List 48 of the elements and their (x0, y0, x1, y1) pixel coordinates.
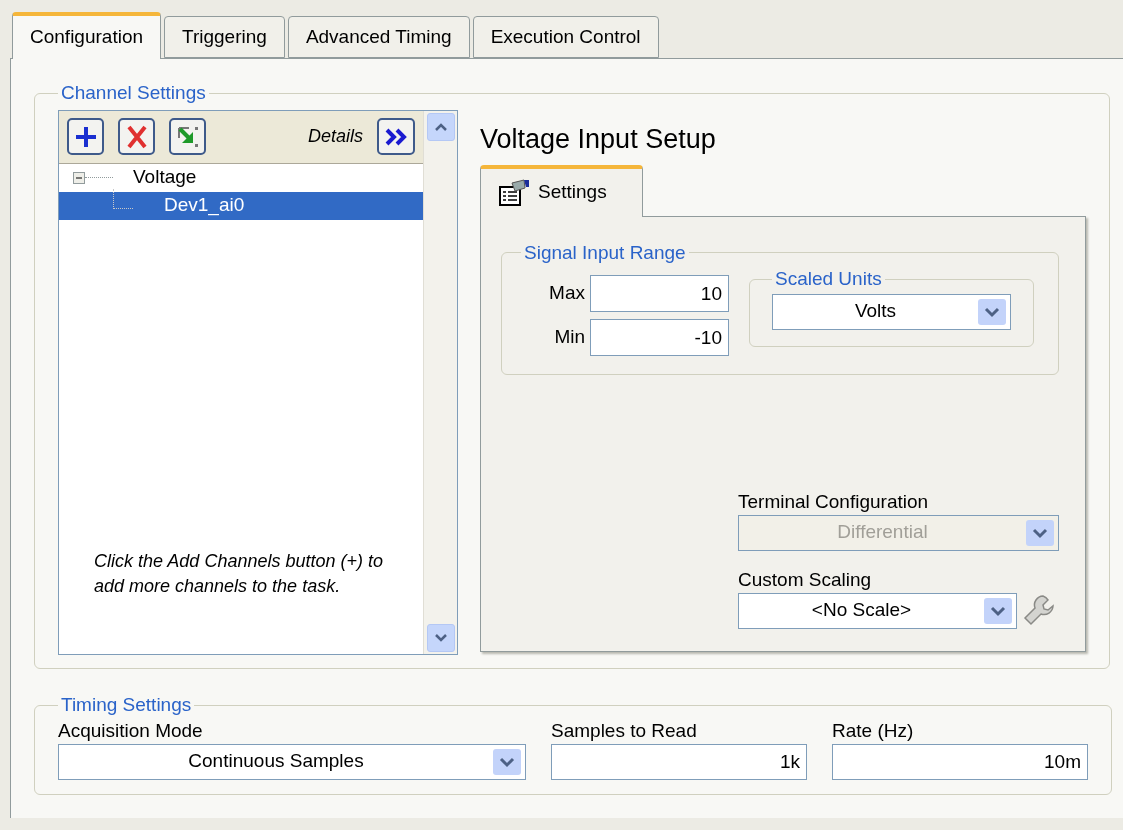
chevron-down-icon (1026, 519, 1054, 546)
samples-field[interactable]: 1k (551, 743, 807, 780)
tree-item[interactable]: Voltage (59, 163, 424, 192)
chevron-down-icon (433, 632, 448, 643)
section-title: Voltage Input Setup (480, 122, 717, 156)
collapse-icon[interactable] (73, 171, 85, 184)
scaling-dropdown[interactable]: <No Scale> (738, 592, 1017, 629)
tree-item[interactable]: Dev1_ai0 (59, 191, 424, 220)
rate-field[interactable]: 10m (832, 743, 1088, 780)
delete-button[interactable] (118, 118, 155, 155)
chevron-down-icon (978, 298, 1006, 325)
units-dropdown[interactable]: Volts (772, 293, 1011, 330)
group-title: Signal Input Range (523, 240, 687, 265)
tab[interactable]: Advanced Timing (287, 16, 470, 58)
field-label: Custom Scaling (738, 567, 873, 592)
field-label: Samples to Read (551, 718, 698, 743)
details-button[interactable] (377, 118, 416, 155)
chevron-down-icon (493, 748, 521, 775)
group-title: Channel Settings (60, 81, 207, 105)
tab[interactable]: Triggering (164, 16, 285, 58)
tab[interactable]: Configuration (12, 12, 162, 59)
field-label: Acquisition Mode (58, 718, 204, 743)
max-field[interactable]: 10 (590, 275, 729, 312)
tree-label: Dev1_ai0 (164, 193, 245, 218)
document-icon (498, 178, 530, 207)
plus-icon (73, 124, 98, 149)
scroll-up-button[interactable] (426, 112, 455, 141)
double-chevron-icon (384, 126, 409, 147)
details-label: Details (308, 125, 364, 148)
chevron-down-icon (984, 597, 1012, 624)
scroll-down-button[interactable] (426, 623, 455, 652)
min-field[interactable]: -10 (590, 319, 729, 356)
field-label: Max (548, 281, 586, 306)
group-title: Timing Settings (60, 693, 193, 717)
mode-dropdown[interactable]: Continuous Samples (58, 743, 526, 780)
arrow-button[interactable] (169, 118, 206, 155)
group-title: Scaled Units (774, 267, 883, 291)
add-button[interactable] (67, 118, 104, 155)
hint-text: Click the Add Channels button (+) to add more channels to the task. (94, 549, 384, 598)
field-label: Min (553, 325, 586, 350)
tree-label: Voltage (133, 165, 197, 190)
chevron-up-icon (433, 121, 448, 132)
x-icon (125, 124, 148, 149)
field-label: Terminal Configuration (738, 489, 930, 514)
tab[interactable]: Execution Control (472, 16, 659, 58)
field-label: Rate (Hz) (832, 718, 915, 743)
tab[interactable]: Settings (480, 164, 643, 217)
scrollbar[interactable] (423, 110, 457, 654)
